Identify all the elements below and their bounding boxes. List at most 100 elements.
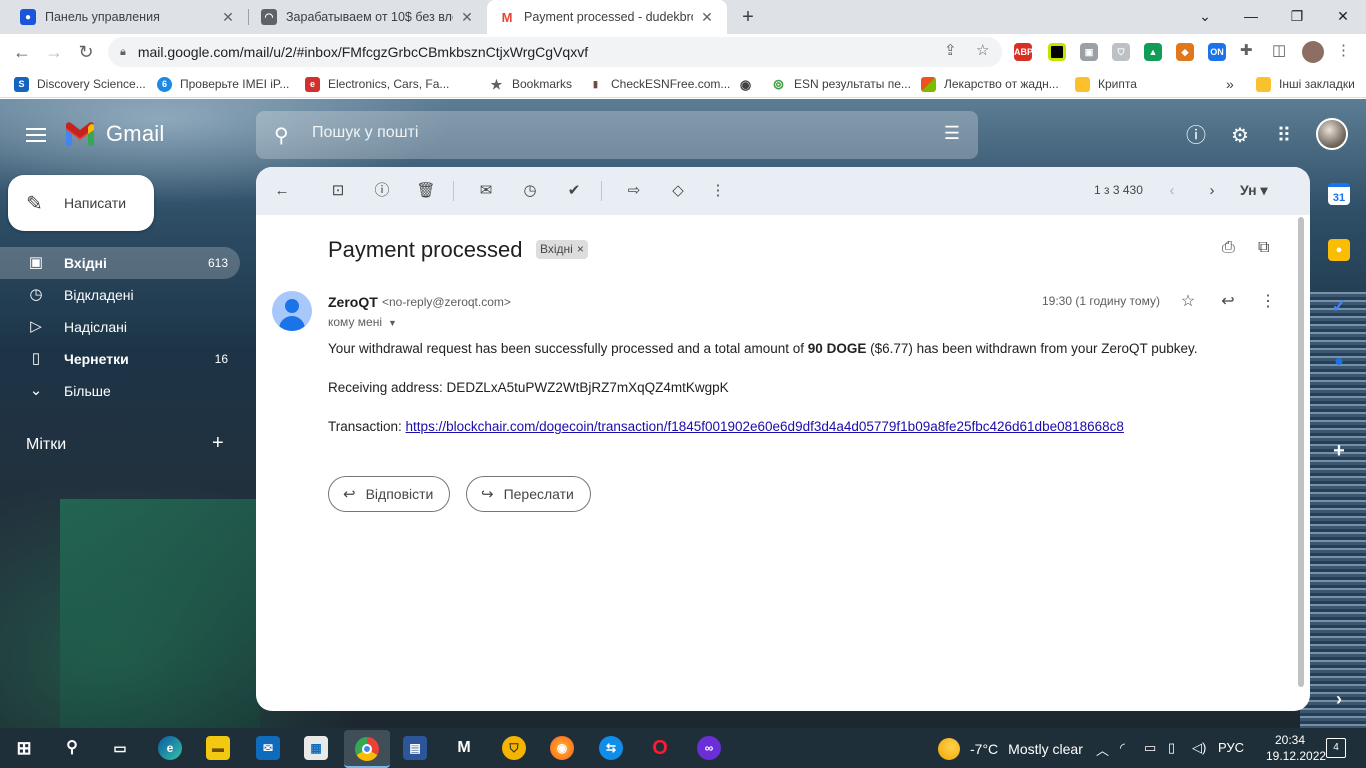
lock-icon[interactable]: 🔒︎ [120,46,126,59]
keep-icon[interactable]: ● [1328,239,1350,261]
forward-button[interactable]: → [40,38,68,66]
opera-icon[interactable]: O [648,736,672,760]
bookmark-item[interactable]: 6 Проверьте IMEI iP... [157,75,289,93]
expand-panel-icon[interactable]: › [1328,688,1350,710]
vpn-extension-icon[interactable]: ON [1208,43,1226,61]
contacts-icon[interactable]: ● [1328,351,1350,373]
minimize-button[interactable]: — [1228,0,1274,34]
calendar-icon[interactable]: 31 [1328,183,1350,205]
chrome-taskbar-icon[interactable] [344,730,390,768]
transaction-link[interactable]: https://blockchair.com/dogecoin/transact… [406,419,1124,434]
tab-close-icon[interactable]: ✕ [220,9,236,26]
other-bookmarks-folder[interactable]: Інші закладки [1256,75,1355,93]
compose-button[interactable]: ✎ Написати [8,175,154,231]
tab-close-icon[interactable]: ✕ [459,9,475,26]
input-tools-button[interactable]: Ун ▾ [1240,182,1268,199]
snooze-icon[interactable]: ◷ [519,180,541,202]
drive-extension-icon[interactable]: ▲ [1144,43,1162,61]
more-bookmarks-icon[interactable]: » [1226,75,1234,93]
tab-dashboard[interactable]: ● Панель управления ✕ [8,0,248,34]
bookmark-item[interactable]: Лекарство от жадн... [921,75,1059,93]
sidebar-item-snoozed[interactable]: ◷ Відкладені [0,279,240,311]
file-explorer-icon[interactable]: ▬ [206,736,230,760]
m-app-icon[interactable]: M [452,736,476,760]
reply-icon[interactable]: ↩ [1217,291,1239,313]
account-avatar[interactable] [1316,118,1348,150]
vpn-app-icon[interactable]: ∞ [697,736,721,760]
extensions-puzzle-icon[interactable]: ✚ [1240,41,1253,59]
shield-app-icon[interactable]: ⛉ [502,736,526,760]
bookmark-item[interactable]: ▮ CheckESNFree.com... [588,75,730,93]
recipient-details[interactable]: кому мені ▼ [328,315,397,329]
back-to-inbox-icon[interactable]: ← [271,180,293,202]
input-language[interactable]: РУС [1218,740,1244,755]
address-bar[interactable]: 🔒︎ mail.google.com/mail/u/2/#inbox/FMfcg… [108,37,1002,67]
extension-icon[interactable] [1048,43,1066,61]
profile-avatar[interactable] [1302,41,1324,63]
share-icon[interactable]: ⇪ [944,41,957,59]
google-apps-icon[interactable]: ⠿ [1271,123,1297,149]
restore-button[interactable]: ❐ [1274,0,1320,34]
search-options-icon[interactable]: ☰ [944,123,960,144]
tab-close-icon[interactable]: ✕ [699,9,715,26]
search-input[interactable]: Пошук у пошті [312,124,872,142]
more-options-icon[interactable]: ⋮ [707,180,729,202]
add-task-icon[interactable]: ✔ [563,180,585,202]
notifications-icon[interactable]: 4 [1326,738,1346,758]
volume-icon[interactable]: ◁) [1192,740,1206,756]
network-icon[interactable]: ◜ [1120,740,1125,756]
settings-gear-icon[interactable]: ⚙ [1227,123,1253,149]
reply-button[interactable]: ↩ Відповісти [328,476,451,512]
search-icon[interactable]: ⚲ [60,736,84,760]
mail-icon[interactable]: ✉ [256,736,280,760]
weather-widget[interactable]: -7°C Mostly clear [938,738,1083,760]
gmail-logo[interactable]: Gmail [64,121,164,147]
sidebar-item-more[interactable]: ⌄ Більше [0,375,240,407]
report-spam-icon[interactable]: ⓘ [371,180,393,202]
bookmark-item[interactable]: S Discovery Science... [14,75,146,93]
sidebar-item-sent[interactable]: ▷ Надіслані [0,311,240,343]
sidebar-item-drafts[interactable]: ▯ Чернетки 16 [0,343,240,375]
task-view-icon[interactable]: ▭ [108,736,132,760]
open-new-window-icon[interactable]: ⧉ [1258,239,1269,257]
battery-icon[interactable]: ▯ [1168,740,1175,756]
inbox-label-chip[interactable]: Вхідні × [536,240,588,259]
move-to-icon[interactable]: ⇨ [623,180,645,202]
tray-chevron-up-icon[interactable]: ︿ [1096,740,1109,759]
star-icon[interactable]: ☆ [1177,291,1199,313]
document-app-icon[interactable]: ▤ [403,736,427,760]
start-windows-icon[interactable]: ⊞ [12,736,36,760]
bookmark-item[interactable]: ⊚ ESN результаты пе... [771,75,911,93]
back-button[interactable]: ← [8,38,36,66]
adblock-extension-icon[interactable]: ABP [1014,43,1033,61]
bookmark-item[interactable]: ★ Bookmarks [489,75,572,93]
main-menu-icon[interactable] [26,124,46,146]
store-icon[interactable]: ▦ [304,736,328,760]
delete-icon[interactable]: 🗑︎ [415,180,437,202]
add-label-icon[interactable]: + [212,432,224,455]
reload-button[interactable]: ↻ [72,38,100,66]
mark-unread-icon[interactable]: ✉ [475,180,497,202]
caret-down-icon[interactable]: ▼ [388,318,397,328]
sidebar-item-inbox[interactable]: ▣ Вхідні 613 [0,247,240,279]
archive-icon[interactable]: ⊡ [327,180,349,202]
bookmark-folder[interactable]: Крипта [1075,75,1137,93]
extension-icon[interactable]: ▣ [1080,43,1098,61]
scrollbar[interactable] [1296,215,1306,695]
newer-chevron-left-icon[interactable]: ‹ [1161,180,1183,202]
older-chevron-right-icon[interactable]: › [1201,180,1223,202]
get-addons-icon[interactable]: + [1328,440,1350,462]
new-tab-button[interactable]: + [736,5,760,29]
bookmark-item[interactable]: ◉ [738,75,761,93]
system-clock[interactable]: 20:34 19.12.2022 [1266,732,1326,764]
forward-button[interactable]: ↪ Переслати [466,476,591,512]
mail-search-bar[interactable]: ⚲ Пошук у пошті ☰ [256,111,978,159]
close-window-button[interactable]: ✕ [1320,0,1366,34]
bookmark-star-icon[interactable]: ☆ [976,41,989,59]
label-icon[interactable]: ◇ [667,180,689,202]
search-icon[interactable]: ⚲ [274,123,289,148]
remove-label-icon[interactable]: × [577,242,584,256]
teamviewer-icon[interactable]: ⇆ [599,736,623,760]
tab-search-icon[interactable]: ⌄ [1182,0,1228,34]
url-text[interactable]: mail.google.com/mail/u/2/#inbox/FMfcgzGr… [138,44,588,60]
